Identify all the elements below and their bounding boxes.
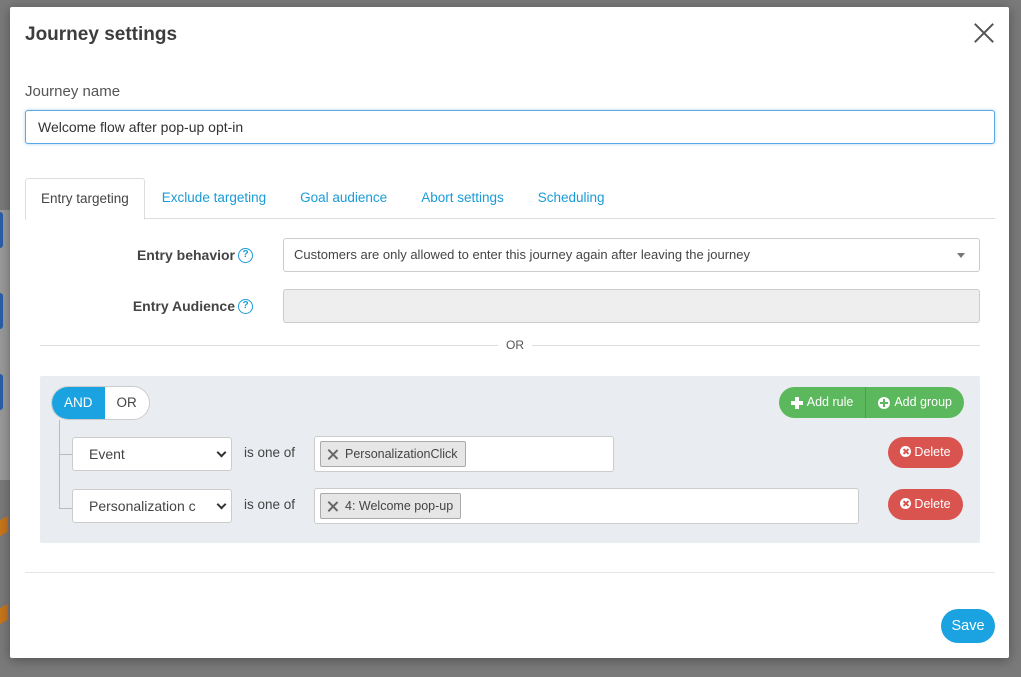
entry-behavior-value: Customers are only allowed to enter this… — [294, 247, 750, 262]
tag-label: 4: Welcome pop-up — [345, 499, 454, 513]
remove-tag-icon[interactable] — [327, 449, 338, 460]
background-node — [0, 603, 8, 625]
rule-operator: is one of — [244, 445, 296, 460]
delete-label: Delete — [914, 445, 951, 459]
delete-rule-button[interactable]: Delete — [888, 489, 963, 520]
tab-scheduling[interactable]: Scheduling — [521, 178, 622, 219]
background-node — [0, 212, 3, 248]
close-icon[interactable] — [973, 22, 995, 44]
rule-value-input[interactable]: PersonalizationClick — [314, 436, 614, 472]
x-circle-icon — [900, 446, 912, 457]
help-icon[interactable]: ? — [238, 299, 253, 314]
entry-behavior-select[interactable]: Customers are only allowed to enter this… — [283, 238, 980, 272]
tag-label: PersonalizationClick — [345, 447, 458, 461]
chevron-down-icon — [216, 447, 227, 458]
and-toggle-button[interactable]: AND — [52, 387, 105, 419]
rule-value-input[interactable]: 4: Welcome pop-up — [314, 488, 859, 524]
add-group-label: Add group — [894, 395, 952, 409]
remove-tag-icon[interactable] — [327, 501, 338, 512]
tab-abort-settings[interactable]: Abort settings — [404, 178, 521, 219]
background-node — [0, 374, 3, 410]
help-icon[interactable]: ? — [238, 248, 253, 263]
entry-audience-field — [283, 289, 980, 323]
value-tag: PersonalizationClick — [320, 441, 466, 467]
add-buttons: Add rule Add group — [778, 387, 964, 418]
plus-circle-icon — [878, 396, 891, 409]
x-circle-icon — [900, 498, 912, 509]
tab-exclude-targeting[interactable]: Exclude targeting — [145, 178, 283, 219]
chevron-down-icon — [216, 499, 227, 510]
tab-goal-audience[interactable]: Goal audience — [283, 178, 404, 219]
tree-connector — [59, 508, 72, 509]
caret-down-icon — [957, 253, 965, 258]
journey-name-input[interactable] — [25, 110, 995, 144]
tab-entry-targeting[interactable]: Entry targeting — [25, 178, 145, 220]
save-button[interactable]: Save — [941, 609, 995, 643]
or-toggle-button[interactable]: OR — [105, 387, 149, 419]
rule-field-select[interactable]: Event — [72, 437, 232, 471]
background-sidebar — [0, 210, 10, 480]
rule-operator: is one of — [244, 497, 296, 512]
rule-field-value: Event — [89, 446, 125, 462]
delete-label: Delete — [914, 497, 951, 511]
add-rule-label: Add rule — [806, 395, 854, 409]
background-node — [0, 293, 3, 329]
journey-settings-modal: Journey settings Journey name Entry targ… — [10, 7, 1009, 658]
condition-toggle: AND OR — [51, 386, 150, 420]
footer-divider — [25, 572, 995, 573]
rule-field-value: Personalization c — [89, 498, 196, 514]
entry-audience-label: Entry Audience — [132, 298, 235, 314]
tree-connector — [59, 420, 60, 509]
settings-tabs: Entry targeting Exclude targeting Goal a… — [25, 178, 995, 220]
value-tag: 4: Welcome pop-up — [320, 493, 462, 519]
delete-rule-button[interactable]: Delete — [888, 437, 963, 468]
plus-icon — [790, 396, 803, 409]
add-group-button[interactable]: Add group — [865, 387, 964, 418]
tree-connector — [59, 454, 72, 455]
journey-name-label: Journey name — [25, 83, 121, 100]
rule-field-select[interactable]: Personalization c — [72, 489, 232, 523]
or-divider-text: OR — [498, 338, 532, 352]
background-node — [0, 515, 8, 537]
add-rule-button[interactable]: Add rule — [778, 387, 866, 418]
rule-group: AND OR Add rule Add group Event is one o… — [40, 376, 980, 543]
modal-title: Journey settings — [25, 24, 178, 45]
entry-behavior-label: Entry behavior — [136, 247, 235, 263]
